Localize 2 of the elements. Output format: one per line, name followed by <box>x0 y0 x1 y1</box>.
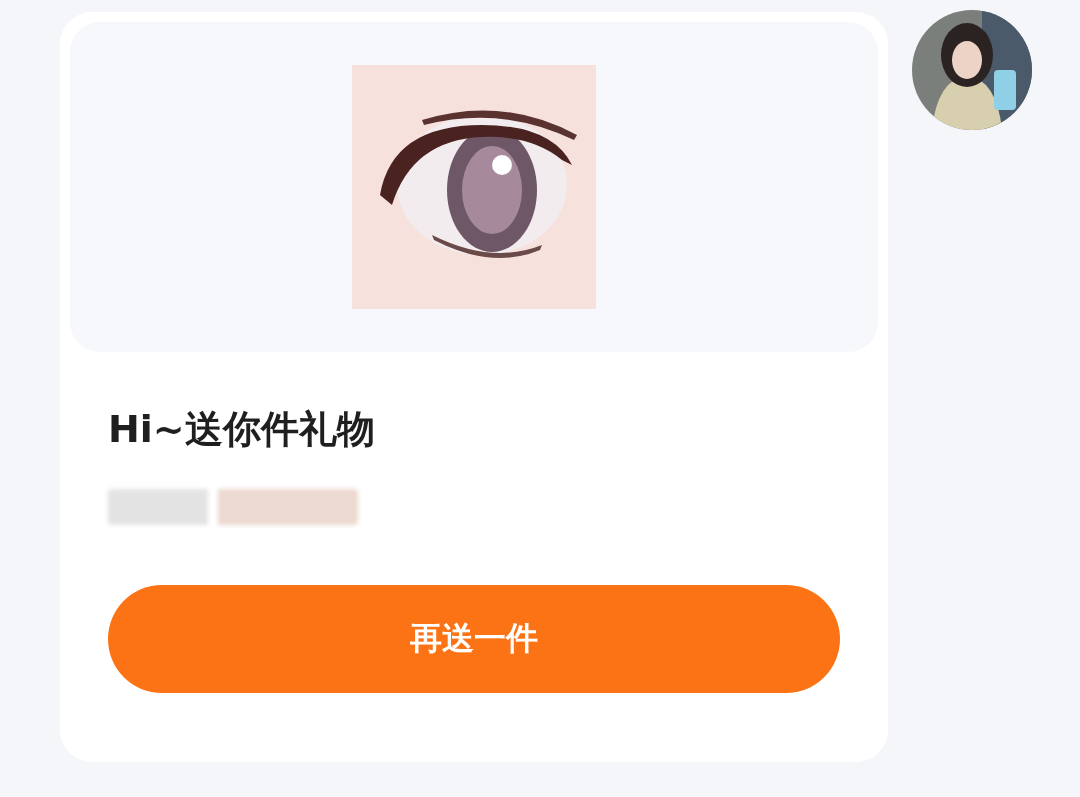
send-again-button[interactable]: 再送一件 <box>108 585 840 693</box>
gift-title: Hi~送你件礼物 <box>108 406 376 453</box>
